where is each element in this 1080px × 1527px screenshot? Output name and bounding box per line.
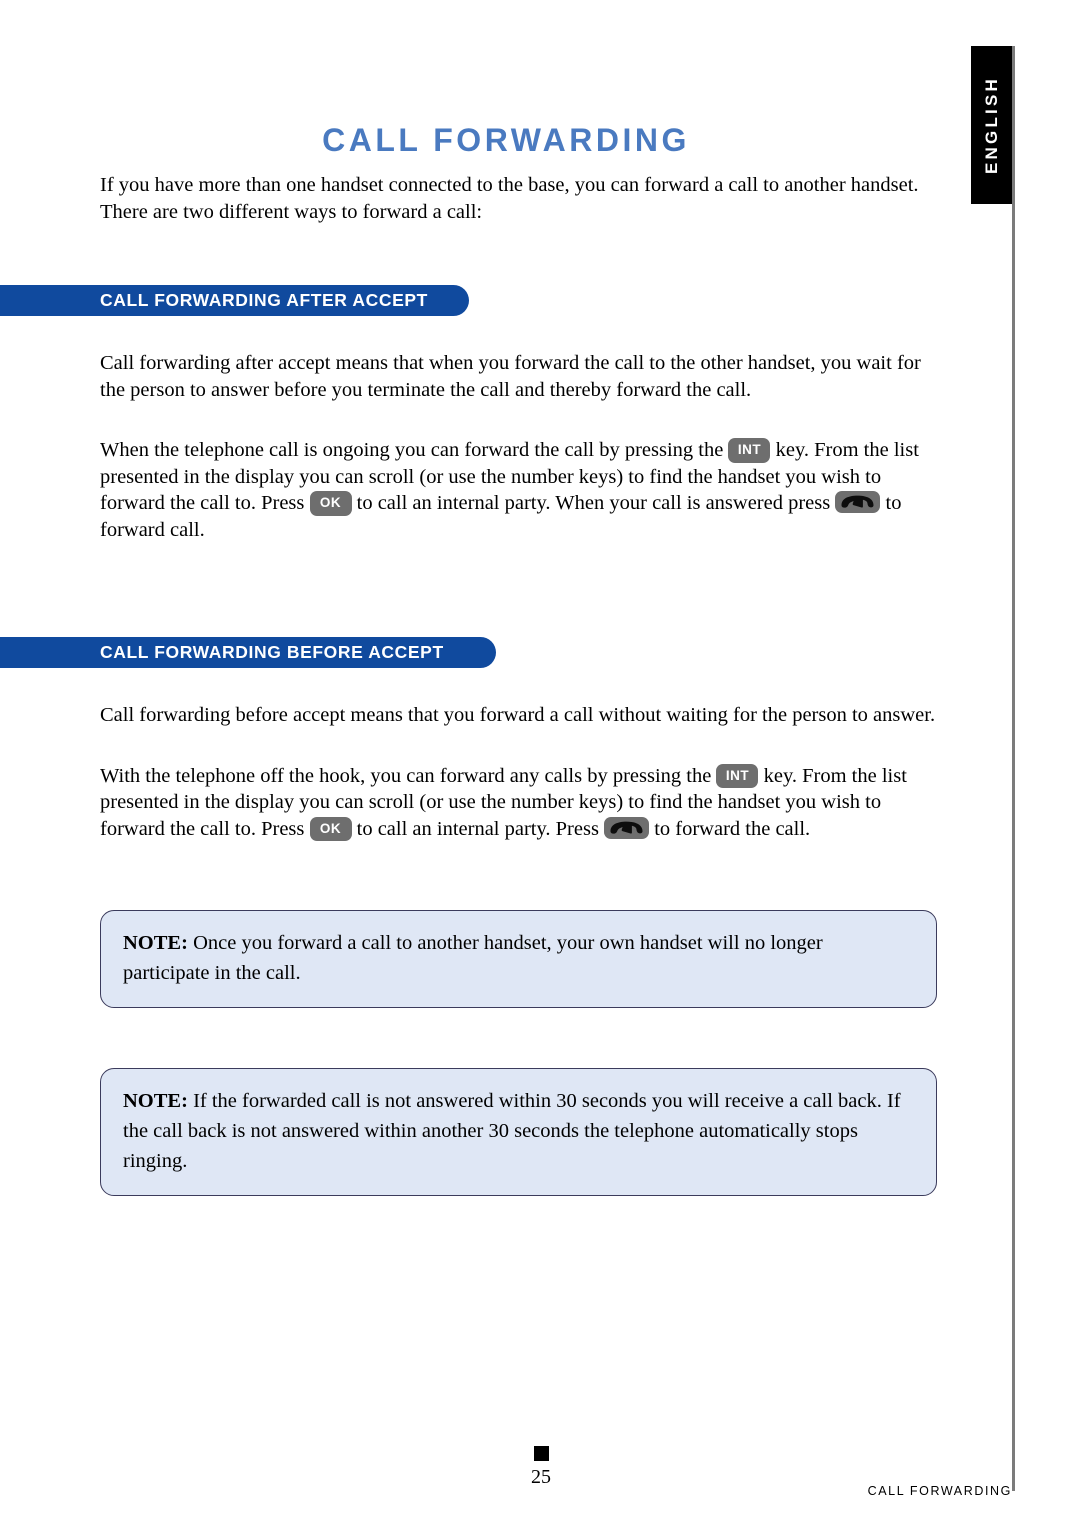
footer-square-marker: [534, 1446, 549, 1461]
section-header-label: CALL FORWARDING AFTER ACCEPT: [100, 290, 428, 310]
int-key[interactable]: INT: [728, 438, 771, 463]
intro-paragraph: If you have more than one handset connec…: [100, 174, 919, 223]
section2-p2-text-3: to call an internal party. Press: [356, 817, 599, 840]
ok-key[interactable]: OK: [309, 816, 352, 841]
note-text: If the forwarded call is not answered wi…: [123, 1090, 901, 1172]
note-label: NOTE:: [123, 932, 188, 954]
note-label: NOTE:: [123, 1090, 188, 1112]
note-box: NOTE: If the forwarded call is not answe…: [100, 1068, 937, 1196]
section2-p2-text-4: to forward the call.: [654, 817, 811, 840]
handset-hook-key-icon[interactable]: [835, 491, 881, 513]
note-text: Once you forward a call to another hands…: [123, 932, 823, 984]
footer-label: CALL FORWARDING: [867, 1484, 1012, 1498]
section-header-after-accept: CALL FORWARDING AFTER ACCEPT: [0, 285, 469, 316]
section1-p2-text-3: to call an internal party. When your cal…: [356, 492, 831, 514]
page-title: CALL FORWARDING: [322, 122, 690, 159]
section2-paragraph-1: Call forwarding before accept means that…: [100, 704, 936, 726]
int-key[interactable]: INT: [716, 763, 759, 788]
note-box: NOTE: Once you forward a call to another…: [100, 910, 937, 1008]
section2-paragraph-2: With the telephone off the hook, you can…: [0, 763, 1012, 843]
section1-p2-text-1: When the telephone call is ongoing you c…: [100, 439, 724, 461]
page-content: If you have more than one handset connec…: [0, 172, 1012, 1196]
section1-paragraph-2: When the telephone call is ongoing you c…: [0, 437, 1012, 543]
section2-p2-text-1: With the telephone off the hook, you can…: [100, 764, 712, 787]
ok-key[interactable]: OK: [309, 491, 352, 516]
section-header-label: CALL FORWARDING BEFORE ACCEPT: [100, 642, 444, 662]
section-header-before-accept: CALL FORWARDING BEFORE ACCEPT: [0, 637, 496, 668]
handset-hook-key-icon[interactable]: [604, 816, 650, 839]
right-margin-rule: [1012, 46, 1015, 1491]
section1-paragraph-1: Call forwarding after accept means that …: [100, 352, 921, 401]
